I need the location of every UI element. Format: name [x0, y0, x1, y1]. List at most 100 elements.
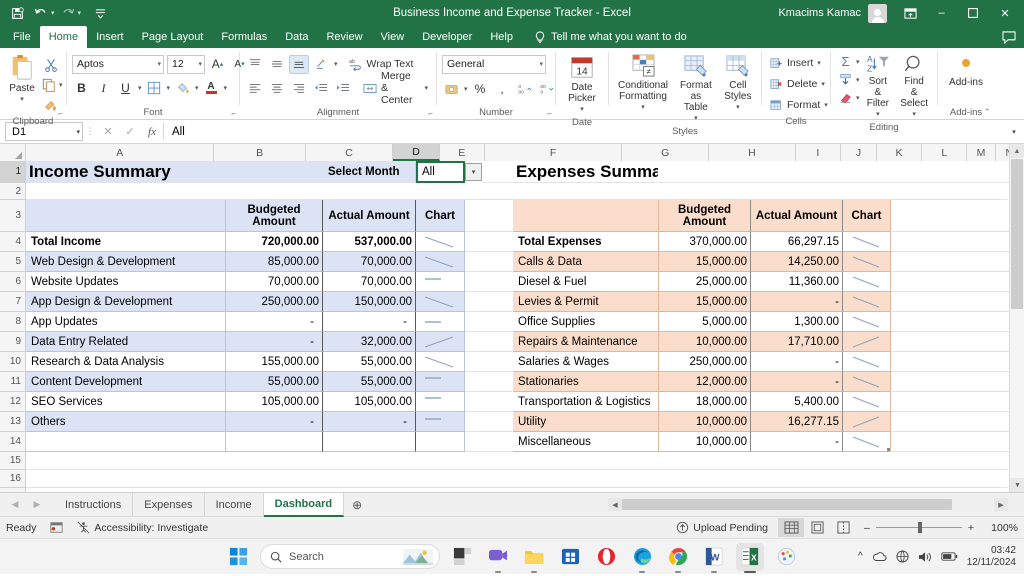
- show-hidden-icons-icon[interactable]: ^: [858, 551, 863, 562]
- cell-H12[interactable]: 5,400.00: [751, 392, 843, 412]
- column-header-E[interactable]: E: [439, 144, 485, 161]
- cell-B9[interactable]: -: [226, 332, 323, 352]
- word-icon[interactable]: W: [700, 543, 728, 571]
- scroll-down-arrow[interactable]: ▼: [1010, 478, 1024, 492]
- cell-A1-income-summary-title[interactable]: Income Summary: [26, 161, 226, 183]
- cell-C14[interactable]: [323, 432, 416, 452]
- tab-file[interactable]: File: [4, 26, 40, 48]
- tab-page-layout[interactable]: Page Layout: [133, 26, 213, 48]
- row-header-15[interactable]: 15: [0, 452, 25, 470]
- row-header-9[interactable]: 9: [0, 332, 25, 352]
- cell-E12[interactable]: [465, 392, 513, 412]
- cell-F1-expenses-summary-title[interactable]: Expenses Summary: [513, 161, 659, 183]
- italic-button[interactable]: I: [94, 79, 113, 98]
- column-header-D[interactable]: D: [393, 144, 440, 161]
- cell-rest-11[interactable]: [891, 372, 1024, 392]
- cell-C10[interactable]: 55,000.00: [323, 352, 416, 372]
- cell-F6[interactable]: Diesel & Fuel: [513, 272, 659, 292]
- cell-G4[interactable]: 370,000.00: [659, 232, 751, 252]
- cell-D5-sparkline[interactable]: [416, 252, 465, 272]
- cell-row15-blank[interactable]: [26, 452, 1008, 470]
- clear-icon[interactable]: [836, 88, 855, 107]
- cell-styles-button[interactable]: Cell Styles ▾: [720, 53, 756, 114]
- align-right-icon[interactable]: [289, 79, 308, 98]
- cell-E5[interactable]: [465, 252, 513, 272]
- fill-color-dropdown-icon[interactable]: ▾: [195, 84, 199, 92]
- name-box-dropdown-icon[interactable]: ▾: [76, 128, 80, 136]
- cell-H6[interactable]: 11,360.00: [751, 272, 843, 292]
- cell-F5[interactable]: Calls & Data: [513, 252, 659, 272]
- scroll-left-arrow[interactable]: ◀: [608, 498, 622, 511]
- zoom-slider[interactable]: – +: [864, 522, 974, 534]
- row-header-4[interactable]: 4: [0, 232, 25, 252]
- increase-font-size-icon[interactable]: A ▴: [208, 55, 227, 74]
- borders-icon[interactable]: [145, 79, 164, 98]
- orientation-dropdown-icon[interactable]: ▾: [334, 60, 338, 68]
- cell-H11[interactable]: -: [751, 372, 843, 392]
- cell-E14[interactable]: [465, 432, 513, 452]
- cell-styles-dropdown-icon[interactable]: ▾: [736, 102, 740, 113]
- copy-button[interactable]: [39, 76, 58, 95]
- file-explorer-icon[interactable]: [520, 543, 548, 571]
- paste-dropdown-icon[interactable]: ▾: [20, 94, 24, 105]
- tab-data[interactable]: Data: [276, 26, 317, 48]
- cell-D9-sparkline[interactable]: [416, 332, 465, 352]
- row-header-13[interactable]: 13: [0, 412, 25, 432]
- delete-cells-button[interactable]: Delete ▾: [767, 74, 828, 94]
- format-dropdown-icon[interactable]: ▾: [824, 101, 828, 109]
- cell-rest-9[interactable]: [891, 332, 1024, 352]
- cell-B3-income-header-budgeted[interactable]: Budgeted Amount: [226, 200, 323, 232]
- tab-home[interactable]: Home: [39, 26, 88, 48]
- cell-D8-sparkline[interactable]: [416, 312, 465, 332]
- formula-bar-grip[interactable]: ⋮: [83, 126, 97, 137]
- page-layout-view-icon[interactable]: [804, 518, 830, 537]
- clipboard-dialog-launcher[interactable]: ⌐: [58, 109, 63, 118]
- paint-icon[interactable]: [772, 543, 800, 571]
- zoom-track[interactable]: [875, 522, 962, 533]
- start-icon[interactable]: [224, 543, 252, 571]
- row-header-3[interactable]: 3: [0, 200, 25, 232]
- cell-I11-sparkline[interactable]: [843, 372, 891, 392]
- select-month-dropdown-button[interactable]: ▾: [465, 163, 482, 181]
- cell-E11[interactable]: [465, 372, 513, 392]
- cell-C1-select-month-label[interactable]: Select Month: [323, 161, 416, 183]
- align-middle-icon[interactable]: [267, 55, 286, 74]
- cell-D14[interactable]: [416, 432, 465, 452]
- number-format-combo[interactable]: General ▾: [442, 54, 546, 74]
- undo-icon[interactable]: [30, 3, 52, 23]
- format-as-table-button[interactable]: Format as Table ▾: [674, 53, 718, 125]
- cell-A9[interactable]: Data Entry Related: [26, 332, 226, 352]
- cell-G1[interactable]: [659, 161, 751, 183]
- cell-C11[interactable]: 55,000.00: [323, 372, 416, 392]
- cell-B13[interactable]: -: [226, 412, 323, 432]
- fill-color-icon[interactable]: [173, 79, 192, 98]
- row-header-12[interactable]: 12: [0, 392, 25, 412]
- accounting-format-icon[interactable]: [442, 80, 461, 99]
- sheet-tab-expenses[interactable]: Expenses: [133, 492, 205, 517]
- borders-dropdown-icon[interactable]: ▾: [167, 84, 171, 92]
- cell-B12[interactable]: 105,000.00: [226, 392, 323, 412]
- cell-C7[interactable]: 150,000.00: [323, 292, 416, 312]
- conditional-formatting-dropdown-icon[interactable]: ▾: [641, 102, 645, 113]
- cell-E1[interactable]: [482, 161, 513, 183]
- autosum-icon[interactable]: Σ: [836, 52, 855, 71]
- scroll-right-arrow[interactable]: ▶: [994, 498, 1008, 511]
- cell-D1-select-month-value[interactable]: All: [416, 161, 465, 183]
- column-header-B[interactable]: B: [214, 144, 306, 161]
- cell-B4[interactable]: 720,000.00: [226, 232, 323, 252]
- sort-filter-button[interactable]: AZ Sort & Filter ▾: [862, 53, 895, 121]
- cell-A13[interactable]: Others: [26, 412, 226, 432]
- cut-button[interactable]: [39, 55, 63, 74]
- zoom-percentage[interactable]: 100%: [984, 522, 1018, 534]
- cell-H13[interactable]: 16,277.15: [751, 412, 843, 432]
- normal-view-icon[interactable]: [778, 518, 805, 537]
- cell-I7-sparkline[interactable]: [843, 292, 891, 312]
- cell-I6-sparkline[interactable]: [843, 272, 891, 292]
- cell-rest-13[interactable]: [891, 412, 1024, 432]
- cell-C4[interactable]: 537,000.00: [323, 232, 416, 252]
- cell-G11[interactable]: 12,000.00: [659, 372, 751, 392]
- cell-E10[interactable]: [465, 352, 513, 372]
- tab-help[interactable]: Help: [481, 26, 522, 48]
- scroll-up-arrow[interactable]: ▲: [1010, 144, 1024, 158]
- volume-icon[interactable]: [918, 551, 932, 563]
